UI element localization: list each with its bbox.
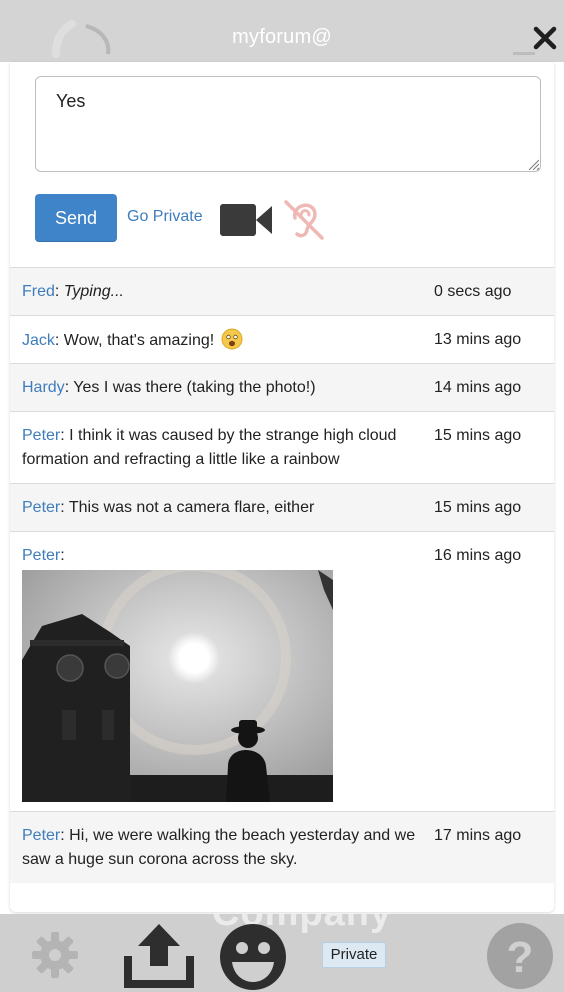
smiley-icon[interactable] [218,922,288,992]
svg-text:?: ? [507,933,534,982]
message-time: 15 mins ago [434,499,522,516]
message-author[interactable]: Hardy [22,379,65,396]
message-row: Fred: Typing... 0 secs ago [10,267,554,315]
message-author[interactable]: Peter [22,499,60,516]
photo-image [22,570,333,802]
close-icon [533,26,557,50]
bottom-toolbar: Company Private ? [0,914,564,992]
message-author[interactable]: Jack [22,332,55,349]
send-button[interactable]: Send [35,194,117,242]
ear-muted-icon[interactable] [282,196,326,242]
private-badge[interactable]: Private [322,942,386,968]
message-author[interactable]: Peter [22,547,60,564]
amazed-face-emoji-icon [221,328,243,350]
close-button[interactable] [528,20,562,56]
message-input[interactable]: Yes [35,76,541,172]
message-row: Peter: This was not a camera flare, eith… [10,483,554,531]
message-row: Hardy: Yes I was there (taking the photo… [10,363,554,411]
title-bar: myforum@ [0,0,564,62]
sun-halo-photo[interactable] [22,570,333,802]
upload-icon[interactable] [124,922,194,988]
message-text: Typing... [63,283,124,300]
settings-gear-icon[interactable] [30,930,80,980]
message-row: Peter: 16 mins ago [10,531,554,811]
message-text: This was not a camera flare, either [68,499,315,516]
chat-panel: Yes Send Go Private Fred: Typing... 0 se… [10,62,554,912]
message-time: 13 mins ago [434,331,522,348]
message-time: 16 mins ago [434,547,522,564]
help-icon[interactable]: ? [486,922,554,990]
message-list: Fred: Typing... 0 secs ago Jack: Wow, th… [10,267,554,883]
video-camera-icon[interactable] [218,202,274,238]
resize-grip-icon[interactable] [527,158,539,170]
message-time: 17 mins ago [434,827,522,844]
message-time: 0 secs ago [434,283,512,300]
message-text: I think it was caused by the strange hig… [22,427,397,468]
go-private-link[interactable]: Go Private [127,208,203,226]
message-author[interactable]: Fred [22,283,55,300]
message-time: 14 mins ago [434,379,522,396]
message-time: 15 mins ago [434,427,522,444]
message-text: Yes I was there (taking the photo!) [73,379,316,396]
message-author[interactable]: Peter [22,427,60,444]
message-row: Peter: I think it was caused by the stra… [10,411,554,483]
message-text: Wow, that's amazing! [63,332,215,349]
message-text: Hi, we were walking the beach yesterday … [22,827,416,868]
message-row: Jack: Wow, that's amazing! 13 mins ago [10,315,554,363]
window-title: myforum@ [232,26,332,48]
message-row: Peter: Hi, we were walking the beach yes… [10,811,554,883]
message-author[interactable]: Peter [22,827,60,844]
